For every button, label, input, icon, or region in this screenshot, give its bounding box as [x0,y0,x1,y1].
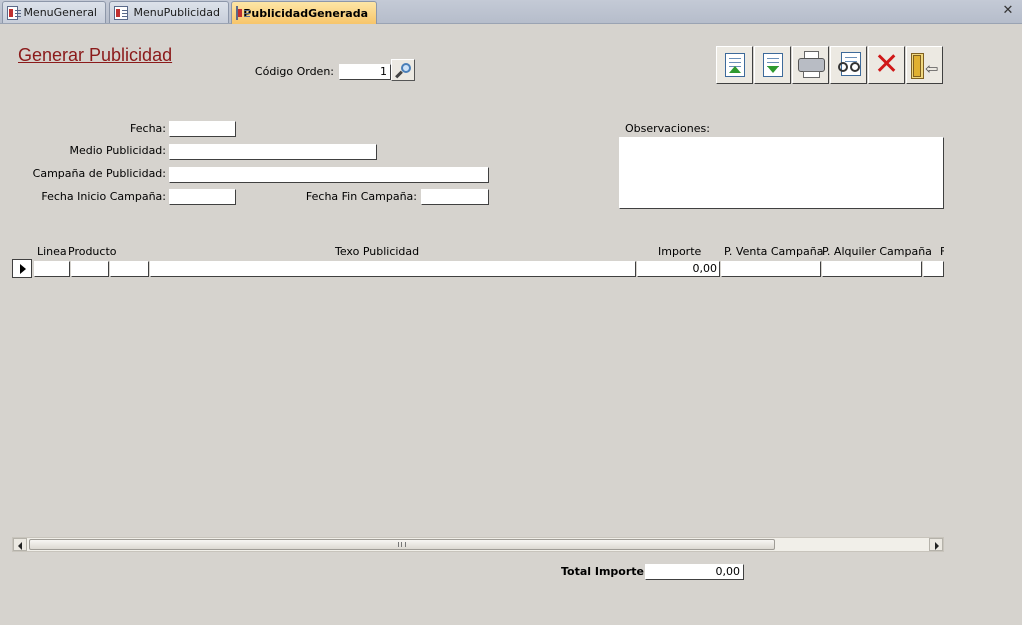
save-record-icon [763,53,783,77]
cell-importe[interactable]: 0,00 [637,261,720,277]
cell-linea[interactable] [34,261,70,277]
medio-publicidad-field[interactable] [169,144,377,160]
medio-publicidad-label: Medio Publicidad: [69,144,166,157]
tab-menu-publicidad[interactable]: MenuPublicidad [109,1,229,23]
tab-menu-general[interactable]: MenuGeneral [2,1,106,23]
cell-producto[interactable] [71,261,109,277]
column-header-p-alquiler-campana: P. Alquiler Campaña [822,245,932,258]
tab-label: MenuPublicidad [133,6,220,19]
scrollbar-thumb[interactable] [29,539,775,550]
tab-label: MenuGeneral [23,6,97,19]
save-record-button[interactable] [754,46,791,84]
total-importe-label: Total Importe: [561,565,649,578]
column-header-importe: Importe [658,245,702,258]
fecha-label: Fecha: [130,122,166,135]
form-icon [7,5,22,20]
document-tab-strip: MenuGeneral MenuPublicidad PublicidadGen… [0,0,1022,24]
search-button[interactable] [391,59,415,81]
scroll-left-icon[interactable] [13,538,27,551]
cell-p-alquiler-campana[interactable] [822,261,922,277]
form-icon [114,5,129,20]
fecha-inicio-field[interactable] [169,189,236,205]
fecha-fin-label: Fecha Fin Campaña: [305,190,417,203]
horizontal-scrollbar[interactable] [12,537,944,552]
fecha-inicio-label: Fecha Inicio Campaña: [41,190,166,203]
cell-truncated[interactable] [923,261,944,277]
codigo-orden-label: Código Orden: [254,65,334,78]
scroll-right-icon[interactable] [929,538,943,551]
campana-publicidad-label: Campaña de Publicidad: [32,167,166,180]
tab-publicidad-generada[interactable]: PublicidadGenerada [231,1,377,24]
cell-producto-extra[interactable] [110,261,149,277]
record-selector[interactable] [12,259,32,278]
cell-texto-publicidad[interactable] [150,261,636,277]
fecha-field[interactable] [169,121,236,137]
new-record-icon [725,53,745,77]
fecha-fin-field[interactable] [421,189,489,205]
column-header-truncated: F [940,245,944,258]
cell-p-venta-campana[interactable] [721,261,821,277]
column-header-p-venta-campana: P. Venta Campaña [724,245,824,258]
delete-button[interactable]: ✕ [868,46,905,84]
column-header-linea: Linea [37,245,67,258]
preview-button[interactable] [830,46,867,84]
page-title: Generar Publicidad [18,45,173,65]
observaciones-field[interactable] [619,137,944,209]
column-header-texto-publicidad: Texo Publicidad [335,245,420,258]
new-record-button[interactable] [716,46,753,84]
form-icon [236,6,253,20]
column-header-producto: Producto [68,245,117,258]
codigo-orden-field[interactable]: 1 [339,64,391,80]
total-importe-field: 0,00 [645,564,744,580]
exit-button[interactable]: ⇦ [906,46,943,84]
close-icon[interactable]: ✕ [1000,3,1016,19]
campana-publicidad-field[interactable] [169,167,489,183]
delete-icon: ✕ [874,47,900,82]
tab-label: PublicidadGenerada [243,6,368,20]
print-button[interactable] [792,46,829,84]
observaciones-label: Observaciones: [625,122,710,135]
